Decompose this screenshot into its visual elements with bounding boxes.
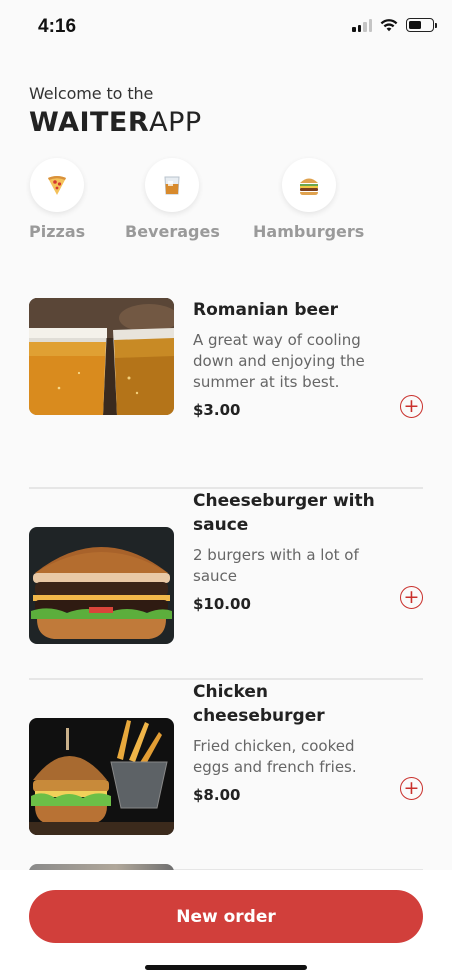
- category-label: Pizzas: [29, 222, 86, 241]
- home-indicator: [145, 965, 307, 970]
- category-pizzas[interactable]: Pizzas: [29, 158, 85, 241]
- beverage-icon: [145, 158, 200, 212]
- product-description: 2 burgers with a lot of sauce: [193, 546, 359, 585]
- category-list: Pizzas Beverages Hamburgers: [0, 158, 452, 248]
- battery-icon: [406, 18, 437, 32]
- status-bar: 4:16: [0, 0, 452, 56]
- product-price: $8.00: [193, 786, 241, 804]
- product-info: Chicken cheeseburger Fried chicken, cook…: [193, 680, 388, 804]
- product-description: A great way of cooling down and enjoying…: [193, 331, 365, 391]
- product-info: Romanian beer A great way of cooling dow…: [193, 298, 388, 419]
- plus-icon: +: [403, 777, 420, 799]
- product-name: Romanian beer: [193, 300, 338, 320]
- status-icons: [352, 18, 437, 32]
- category-hamburgers[interactable]: Hamburgers: [253, 158, 364, 241]
- bottom-panel: New order: [0, 870, 452, 979]
- product-image-cheeseburger: [29, 527, 174, 644]
- product-price: $10.00: [193, 595, 251, 613]
- category-beverages[interactable]: Beverages: [125, 158, 220, 241]
- status-time: 4:16: [38, 16, 77, 37]
- brand-light: APP: [149, 107, 202, 138]
- plus-icon: +: [403, 395, 420, 417]
- app-logo: WAITERAPP: [29, 107, 202, 138]
- product-list: Romanian beer A great way of cooling dow…: [29, 298, 423, 871]
- new-order-button[interactable]: New order: [29, 890, 423, 943]
- product-price: $3.00: [193, 401, 241, 419]
- brand-bold: WAITER: [29, 107, 150, 138]
- product-item[interactable]: Romanian beer A great way of cooling dow…: [29, 298, 423, 489]
- category-label: Hamburgers: [253, 222, 365, 241]
- product-item[interactable]: Chicken cheeseburger Fried chicken, cook…: [29, 680, 423, 871]
- product-description: Fried chicken, cooked eggs and french fr…: [193, 737, 357, 776]
- welcome-text: Welcome to the: [29, 84, 154, 103]
- add-to-order-button[interactable]: +: [400, 395, 423, 418]
- category-label: Beverages: [125, 222, 220, 241]
- pizza-icon: [30, 158, 85, 212]
- add-to-order-button[interactable]: +: [400, 586, 423, 609]
- product-image-beer: [29, 298, 174, 415]
- wifi-icon: [380, 19, 398, 32]
- product-name: Cheeseburger with sauce: [193, 491, 375, 535]
- hamburger-icon: [281, 158, 336, 212]
- product-name: Chicken cheeseburger: [193, 682, 325, 726]
- product-item[interactable]: Cheeseburger with sauce 2 burgers with a…: [29, 489, 423, 680]
- header: Welcome to the WAITERAPP: [29, 84, 202, 138]
- plus-icon: +: [403, 586, 420, 608]
- add-to-order-button[interactable]: +: [400, 777, 423, 800]
- signal-icon: [352, 18, 372, 32]
- product-info: Cheeseburger with sauce 2 burgers with a…: [193, 489, 388, 613]
- product-image-chicken-cheeseburger: [29, 718, 174, 835]
